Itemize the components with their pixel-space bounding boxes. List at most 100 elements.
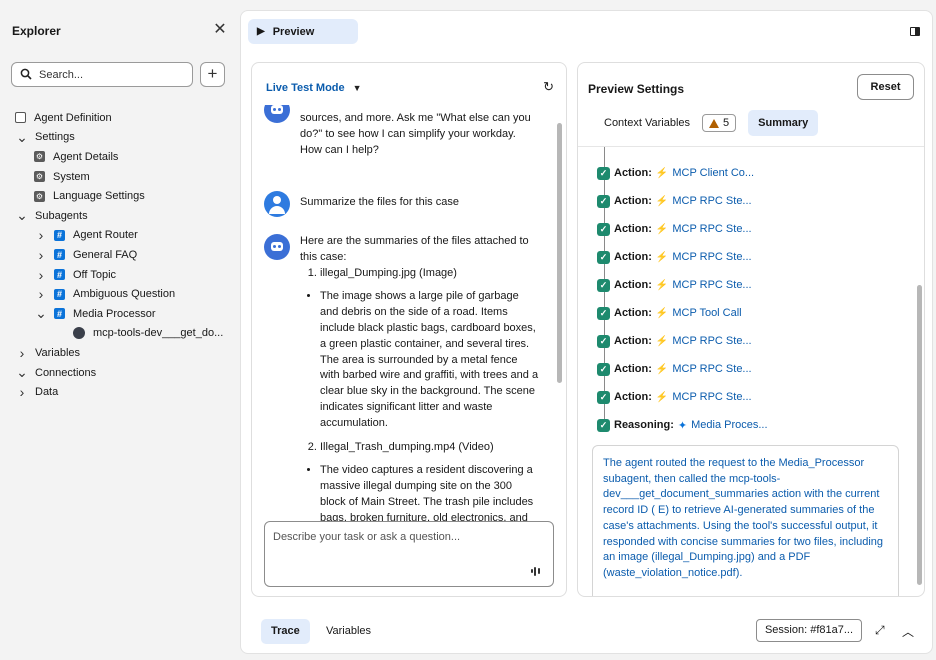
- tool-icon: [73, 327, 85, 340]
- search-input[interactable]: Search...: [11, 62, 193, 87]
- trace-item[interactable]: ✓ Action: ⚡ MCP RPC Ste...: [597, 221, 752, 237]
- close-icon[interactable]: ✕: [212, 20, 228, 40]
- chevron-right-icon[interactable]: ›: [34, 267, 48, 283]
- tree-item[interactable]: Agent Definition: [0, 108, 240, 128]
- tree-item-label: mcp-tools-dev___get_do...: [93, 327, 224, 340]
- trace-kind: Action:: [614, 223, 652, 235]
- tab-context-variables[interactable]: Context Variables: [588, 117, 690, 129]
- tree-item[interactable]: ⌄ # Media Processor: [0, 304, 240, 324]
- trace-item[interactable]: ✓ Action: ⚡ MCP RPC Ste...: [597, 277, 752, 293]
- preview-settings-title: Preview Settings: [588, 82, 685, 96]
- trace-item[interactable]: ✓ Action: ⚡ MCP Client Co...: [597, 165, 754, 181]
- caret-down-icon: ▼: [352, 83, 362, 93]
- chevron-right-icon[interactable]: ›: [15, 345, 29, 361]
- tab-variables[interactable]: Variables: [316, 619, 381, 644]
- search-icon: [20, 68, 32, 80]
- tree-item[interactable]: › # Ambiguous Question: [0, 284, 240, 304]
- bolt-icon: ⚡: [655, 363, 669, 375]
- trace-item[interactable]: ✓ Action: ⚡ MCP RPC Ste...: [597, 249, 752, 265]
- tree-item-label: Settings: [35, 131, 75, 144]
- trace-link[interactable]: MCP RPC Ste...: [672, 251, 751, 263]
- trace-link[interactable]: MCP RPC Ste...: [672, 223, 751, 235]
- trace-link[interactable]: MCP Client Co...: [672, 167, 754, 179]
- trace-link[interactable]: MCP RPC Ste...: [672, 279, 751, 291]
- file-item-1: illegal_Dumping.jpg (Image) The image sh…: [320, 266, 540, 432]
- trace-link[interactable]: MCP RPC Ste...: [672, 195, 751, 207]
- bot-avatar-icon: [264, 105, 290, 123]
- bolt-icon: ⚡: [655, 223, 669, 235]
- tree-item-label: Variables: [35, 346, 81, 359]
- chevron-up-icon[interactable]: ︿: [902, 623, 914, 640]
- tree-item[interactable]: › Data: [0, 382, 240, 402]
- expand-icon[interactable]: ⤢: [875, 623, 885, 638]
- tree-item[interactable]: ⌄ Connections: [0, 363, 240, 383]
- check-icon: ✓: [597, 334, 610, 348]
- preview-tab[interactable]: ▶ Preview: [248, 19, 358, 44]
- trace-link[interactable]: MCP Tool Call: [672, 307, 741, 319]
- gear-icon: ⚙: [34, 190, 45, 202]
- chevron-down-icon[interactable]: ⌄: [34, 305, 48, 322]
- main-panel: ▶ Preview Live Test Mode ▼ ↻ sources, an…: [240, 10, 933, 654]
- preview-settings-panel: Preview Settings Reset Context Variables…: [577, 62, 925, 597]
- tree-item[interactable]: › # Agent Router: [0, 226, 240, 246]
- chevron-down-icon[interactable]: ⌄: [15, 364, 29, 381]
- trace-item[interactable]: ✓ Action: ⚡ MCP Tool Call: [597, 305, 742, 321]
- check-icon: ✓: [597, 166, 610, 180]
- tree-item-label: Agent Definition: [34, 111, 112, 124]
- warning-badge[interactable]: 5: [702, 114, 737, 132]
- chevron-right-icon[interactable]: ›: [34, 286, 48, 302]
- tree-item[interactable]: ⚙ System: [0, 167, 240, 187]
- trace-link[interactable]: MCP RPC Ste...: [672, 363, 751, 375]
- file-description-list: The video captures a resident discoverin…: [320, 463, 540, 521]
- check-icon: ✓: [597, 250, 610, 264]
- tree-item[interactable]: ⚙ Language Settings: [0, 186, 240, 206]
- add-button[interactable]: +: [200, 62, 225, 87]
- trace-kind: Action:: [614, 335, 652, 347]
- chat-composer-input[interactable]: Describe your task or ask a question...: [264, 521, 554, 587]
- tree-item[interactable]: ⚙ Agent Details: [0, 147, 240, 167]
- trace-link[interactable]: Media Proces...: [691, 419, 767, 431]
- tree-item[interactable]: › # General FAQ: [0, 245, 240, 265]
- trace-item[interactable]: ✓ Action: ⚡ MCP RPC Ste...: [597, 361, 752, 377]
- trace-item[interactable]: ✓ Reasoning: ✦ Media Proces...: [597, 417, 768, 433]
- trace-item[interactable]: ✓ Action: ⚡ MCP RPC Ste...: [597, 193, 752, 209]
- check-icon: ✓: [597, 390, 610, 404]
- check-icon: ✓: [597, 418, 610, 432]
- tab-summary[interactable]: Summary: [748, 110, 819, 136]
- chevron-right-icon[interactable]: ›: [34, 227, 48, 243]
- tree-item[interactable]: ⌄ Subagents: [0, 206, 240, 226]
- gear-icon: ⚙: [34, 171, 45, 183]
- tree-item-label: Subagents: [35, 209, 88, 222]
- tree-item[interactable]: › # Off Topic: [0, 265, 240, 285]
- tree-item-label: Language Settings: [53, 190, 145, 203]
- reset-button[interactable]: Reset: [857, 74, 914, 100]
- chevron-down-icon[interactable]: ⌄: [15, 207, 29, 224]
- tree-item[interactable]: mcp-tools-dev___get_do...: [0, 324, 240, 344]
- trace-item[interactable]: ✓ Action: ⚡ MCP RPC Ste...: [597, 389, 752, 405]
- summary-box: The agent routed the request to the Medi…: [592, 445, 899, 596]
- live-test-mode-dropdown[interactable]: Live Test Mode ▼: [266, 82, 362, 94]
- chevron-down-icon[interactable]: ⌄: [15, 129, 29, 146]
- trace-item[interactable]: ✓ Action: ⚡ MCP RPC Ste...: [597, 333, 752, 349]
- chevron-right-icon[interactable]: ›: [15, 384, 29, 400]
- trace-kind: Action:: [614, 251, 652, 263]
- voice-input-icon[interactable]: [531, 566, 541, 576]
- tree-item[interactable]: › Variables: [0, 343, 240, 363]
- settings-scrollbar[interactable]: [917, 285, 922, 585]
- panel-toggle-icon[interactable]: [910, 27, 920, 36]
- chevron-right-icon[interactable]: ›: [34, 247, 48, 263]
- tree-item[interactable]: ⌄ Settings: [0, 128, 240, 148]
- refresh-icon[interactable]: ↻: [543, 79, 554, 95]
- trace-link[interactable]: MCP RPC Ste...: [672, 391, 751, 403]
- hash-icon: #: [54, 249, 65, 261]
- trace-kind: Action:: [614, 307, 652, 319]
- session-id-button[interactable]: Session: #f81a7...: [756, 619, 862, 642]
- tab-trace[interactable]: Trace: [261, 619, 310, 644]
- chat-scrollbar[interactable]: [557, 123, 562, 383]
- check-icon: ✓: [597, 194, 610, 208]
- explorer-title: Explorer: [12, 24, 61, 38]
- play-icon: ▶: [257, 26, 265, 37]
- trace-link[interactable]: MCP RPC Ste...: [672, 335, 751, 347]
- plus-icon: +: [207, 64, 218, 83]
- sparkle-icon: ✦: [677, 419, 688, 432]
